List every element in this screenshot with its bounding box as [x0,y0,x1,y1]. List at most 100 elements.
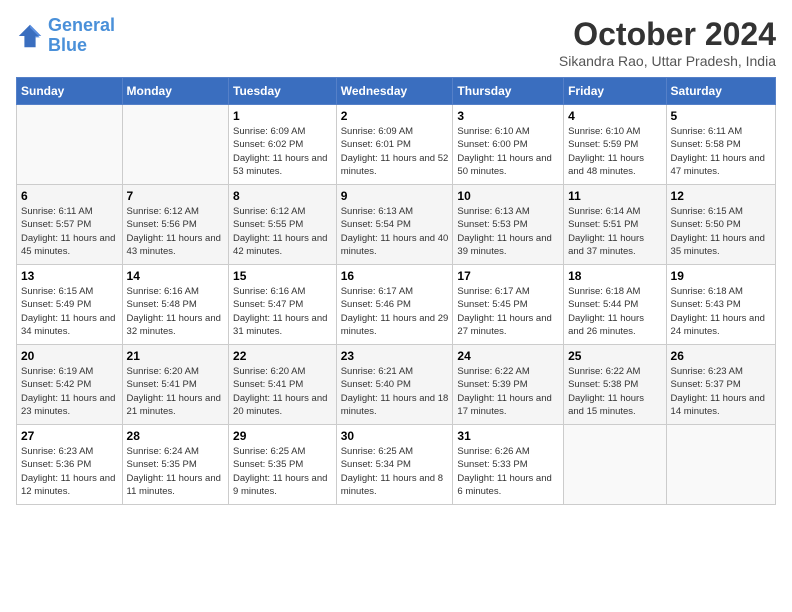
day-info: Sunrise: 6:13 AM Sunset: 5:53 PM Dayligh… [457,205,559,258]
day-info: Sunrise: 6:12 AM Sunset: 5:55 PM Dayligh… [233,205,332,258]
calendar-cell: 16Sunrise: 6:17 AM Sunset: 5:46 PM Dayli… [336,265,453,345]
day-info: Sunrise: 6:18 AM Sunset: 5:44 PM Dayligh… [568,285,661,338]
calendar-cell: 20 Sunrise: 6:19 AM Sunset: 5:42 PM Dayli… [17,345,123,425]
header-day-saturday: Saturday [666,78,775,105]
calendar-cell: 10Sunrise: 6:13 AM Sunset: 5:53 PM Dayli… [453,185,564,265]
day-info: Sunrise: 6:22 AM Sunset: 5:39 PM Dayligh… [457,365,559,418]
calendar-cell: 25Sunrise: 6:22 AM Sunset: 5:38 PM Dayli… [564,345,666,425]
day-info: Sunrise: 6:16 AM Sunset: 5:47 PM Dayligh… [233,285,332,338]
day-number: 30 [341,429,449,443]
day-info: Sunrise: 6:14 AM Sunset: 5:51 PM Dayligh… [568,205,661,258]
day-info: Sunrise: 6:19 AM Sunset: 5:42 PM Dayligh… [21,365,118,418]
header-day-thursday: Thursday [453,78,564,105]
calendar-week-1: 1 Sunrise: 6:09 AM Sunset: 6:02 PM Daylig… [17,105,776,185]
day-number: 27 [21,429,118,443]
calendar-cell: 29Sunrise: 6:25 AM Sunset: 5:35 PM Dayli… [229,425,337,505]
calendar-cell: 18 Sunrise: 6:18 AM Sunset: 5:44 PM Dayli… [564,265,666,345]
day-info: Sunrise: 6:11 AM Sunset: 5:57 PM Dayligh… [21,205,118,258]
calendar-cell [666,425,775,505]
day-info: Sunrise: 6:18 AM Sunset: 5:43 PM Dayligh… [671,285,771,338]
calendar-week-5: 27 Sunrise: 6:23 AM Sunset: 5:36 PM Dayli… [17,425,776,505]
day-info: Sunrise: 6:20 AM Sunset: 5:41 PM Dayligh… [233,365,332,418]
day-info: Sunrise: 6:26 AM Sunset: 5:33 PM Dayligh… [457,445,559,498]
calendar-cell [17,105,123,185]
calendar-week-3: 13 Sunrise: 6:15 AM Sunset: 5:49 PM Dayli… [17,265,776,345]
day-number: 20 [21,349,118,363]
day-number: 31 [457,429,559,443]
day-number: 7 [127,189,225,203]
day-number: 3 [457,109,559,123]
day-info: Sunrise: 6:15 AM Sunset: 5:49 PM Dayligh… [21,285,118,338]
calendar-cell: 7Sunrise: 6:12 AM Sunset: 5:56 PM Daylig… [122,185,229,265]
day-number: 26 [671,349,771,363]
calendar-week-4: 20 Sunrise: 6:19 AM Sunset: 5:42 PM Dayli… [17,345,776,425]
page-header: General Blue October 2024 Sikandra Rao, … [16,16,776,69]
calendar-body: 1 Sunrise: 6:09 AM Sunset: 6:02 PM Daylig… [17,105,776,505]
day-number: 23 [341,349,449,363]
day-info: Sunrise: 6:11 AM Sunset: 5:58 PM Dayligh… [671,125,771,178]
header-day-friday: Friday [564,78,666,105]
calendar-cell: 5 Sunrise: 6:11 AM Sunset: 5:58 PM Daylig… [666,105,775,185]
calendar-cell: 3 Sunrise: 6:10 AM Sunset: 6:00 PM Daylig… [453,105,564,185]
calendar-week-2: 6 Sunrise: 6:11 AM Sunset: 5:57 PM Daylig… [17,185,776,265]
day-number: 14 [127,269,225,283]
calendar-cell: 21 Sunrise: 6:20 AM Sunset: 5:41 PM Dayli… [122,345,229,425]
day-number: 17 [457,269,559,283]
day-number: 19 [671,269,771,283]
day-number: 6 [21,189,118,203]
day-number: 22 [233,349,332,363]
calendar-cell: 4 Sunrise: 6:10 AM Sunset: 5:59 PM Daylig… [564,105,666,185]
calendar-cell: 2 Sunrise: 6:09 AM Sunset: 6:01 PM Daylig… [336,105,453,185]
day-number: 24 [457,349,559,363]
calendar-cell: 23Sunrise: 6:21 AM Sunset: 5:40 PM Dayli… [336,345,453,425]
day-info: Sunrise: 6:17 AM Sunset: 5:45 PM Dayligh… [457,285,559,338]
day-info: Sunrise: 6:10 AM Sunset: 5:59 PM Dayligh… [568,125,661,178]
day-info: Sunrise: 6:13 AM Sunset: 5:54 PM Dayligh… [341,205,449,258]
day-number: 21 [127,349,225,363]
day-number: 13 [21,269,118,283]
day-info: Sunrise: 6:25 AM Sunset: 5:35 PM Dayligh… [233,445,332,498]
calendar-cell: 28 Sunrise: 6:24 AM Sunset: 5:35 PM Dayli… [122,425,229,505]
day-number: 9 [341,189,449,203]
calendar-cell: 15 Sunrise: 6:16 AM Sunset: 5:47 PM Dayli… [229,265,337,345]
logo-text: General Blue [48,16,115,56]
day-info: Sunrise: 6:09 AM Sunset: 6:02 PM Dayligh… [233,125,332,178]
day-number: 12 [671,189,771,203]
calendar-cell: 17 Sunrise: 6:17 AM Sunset: 5:45 PM Dayli… [453,265,564,345]
day-number: 4 [568,109,661,123]
day-number: 15 [233,269,332,283]
day-number: 1 [233,109,332,123]
calendar-cell: 19 Sunrise: 6:18 AM Sunset: 5:43 PM Dayli… [666,265,775,345]
day-number: 28 [127,429,225,443]
title-block: October 2024 Sikandra Rao, Uttar Pradesh… [559,16,776,69]
calendar-cell: 31 Sunrise: 6:26 AM Sunset: 5:33 PM Dayli… [453,425,564,505]
day-info: Sunrise: 6:23 AM Sunset: 5:37 PM Dayligh… [671,365,771,418]
day-info: Sunrise: 6:20 AM Sunset: 5:41 PM Dayligh… [127,365,225,418]
day-info: Sunrise: 6:10 AM Sunset: 6:00 PM Dayligh… [457,125,559,178]
header-day-monday: Monday [122,78,229,105]
day-number: 18 [568,269,661,283]
header-day-sunday: Sunday [17,78,123,105]
month-title: October 2024 [559,16,776,53]
day-info: Sunrise: 6:23 AM Sunset: 5:36 PM Dayligh… [21,445,118,498]
calendar-cell: 24 Sunrise: 6:22 AM Sunset: 5:39 PM Dayli… [453,345,564,425]
logo-line1: General [48,15,115,35]
day-number: 25 [568,349,661,363]
day-info: Sunrise: 6:24 AM Sunset: 5:35 PM Dayligh… [127,445,225,498]
calendar-table: SundayMondayTuesdayWednesdayThursdayFrid… [16,77,776,505]
logo-line2: Blue [48,35,87,55]
day-info: Sunrise: 6:15 AM Sunset: 5:50 PM Dayligh… [671,205,771,258]
day-info: Sunrise: 6:16 AM Sunset: 5:48 PM Dayligh… [127,285,225,338]
day-number: 8 [233,189,332,203]
calendar-cell: 30Sunrise: 6:25 AM Sunset: 5:34 PM Dayli… [336,425,453,505]
calendar-cell: 12 Sunrise: 6:15 AM Sunset: 5:50 PM Dayli… [666,185,775,265]
location-subtitle: Sikandra Rao, Uttar Pradesh, India [559,53,776,69]
logo: General Blue [16,16,115,56]
day-info: Sunrise: 6:09 AM Sunset: 6:01 PM Dayligh… [341,125,449,178]
calendar-cell: 27 Sunrise: 6:23 AM Sunset: 5:36 PM Dayli… [17,425,123,505]
calendar-header: SundayMondayTuesdayWednesdayThursdayFrid… [17,78,776,105]
calendar-cell: 6 Sunrise: 6:11 AM Sunset: 5:57 PM Daylig… [17,185,123,265]
day-number: 11 [568,189,661,203]
day-number: 5 [671,109,771,123]
day-number: 2 [341,109,449,123]
